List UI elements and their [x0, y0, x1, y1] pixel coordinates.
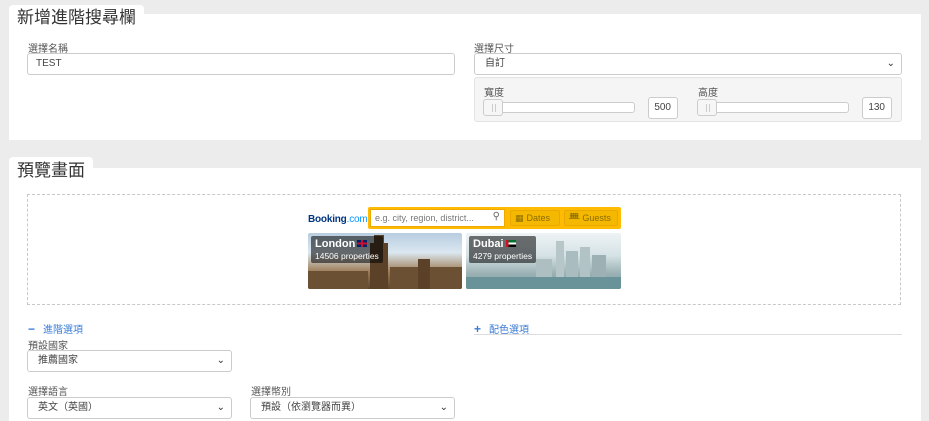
chevron-down-icon: ⌄	[216, 355, 225, 366]
width-slider-track[interactable]	[483, 102, 635, 113]
height-slider-track[interactable]	[697, 102, 849, 113]
height-input[interactable]: 130	[862, 97, 892, 119]
destination-placeholder: e.g. city, region, district...	[375, 213, 474, 223]
width-input[interactable]: 500	[648, 97, 678, 119]
width-slider-handle[interactable]	[483, 99, 503, 116]
advanced-options-toggle[interactable]: − 進階選項	[28, 321, 83, 336]
search-icon: ⚲	[492, 211, 500, 222]
booking-search-bar: e.g. city, region, district... ⚲ ▦ Dates …	[368, 207, 621, 229]
country-select[interactable]: 推薦國家 ⌄	[27, 350, 232, 372]
size-select-value: 自訂	[485, 58, 505, 69]
chevron-down-icon: ⌄	[886, 58, 895, 69]
card-city: London	[315, 238, 379, 251]
card-city: Dubai	[473, 238, 532, 251]
destination-input[interactable]: e.g. city, region, district... ⚲	[370, 209, 505, 227]
language-select[interactable]: 英文（英國） ⌄	[27, 397, 232, 419]
card-caption: Dubai 4279 properties	[469, 236, 537, 263]
guests-button[interactable]: ᚙ Guests	[564, 210, 618, 226]
uae-flag-icon	[505, 240, 516, 247]
destination-card-london[interactable]: London 14506 properties	[308, 233, 462, 289]
chevron-down-icon: ⌄	[439, 402, 448, 413]
minus-icon: −	[28, 322, 36, 336]
height-label: 高度	[698, 88, 718, 99]
name-input[interactable]: TEST	[27, 53, 455, 75]
dates-button[interactable]: ▦ Dates	[510, 210, 560, 226]
booking-widget: Booking.com e.g. city, region, district.…	[308, 207, 621, 289]
currency-label: 選擇幣別	[251, 387, 291, 398]
currency-select[interactable]: 預設（依瀏覽器而異） ⌄	[250, 397, 455, 419]
uk-flag-icon	[357, 240, 368, 247]
custom-size-box	[474, 77, 902, 122]
destination-card-dubai[interactable]: Dubai 4279 properties	[466, 233, 621, 289]
card-caption: London 14506 properties	[311, 236, 383, 263]
currency-select-value: 預設（依瀏覽器而異）	[261, 402, 361, 413]
language-select-value: 英文（英國）	[38, 402, 98, 413]
language-label: 選擇語言	[28, 387, 68, 398]
section-title-add-search: 新增進階搜尋欄	[9, 5, 144, 31]
height-slider-handle[interactable]	[697, 99, 717, 116]
country-select-value: 推薦國家	[38, 355, 78, 366]
divider	[474, 334, 902, 335]
booking-logo: Booking.com	[308, 214, 368, 225]
chevron-down-icon: ⌄	[216, 402, 225, 413]
calendar-icon: ▦	[515, 213, 524, 223]
size-select[interactable]: 自訂 ⌄	[474, 53, 902, 75]
section-title-preview: 預覽畫面	[9, 157, 93, 185]
guests-icon: ᚙ	[569, 213, 580, 223]
card-properties: 14506 properties	[315, 251, 379, 261]
card-properties: 4279 properties	[473, 251, 533, 261]
width-label: 寬度	[484, 88, 504, 99]
